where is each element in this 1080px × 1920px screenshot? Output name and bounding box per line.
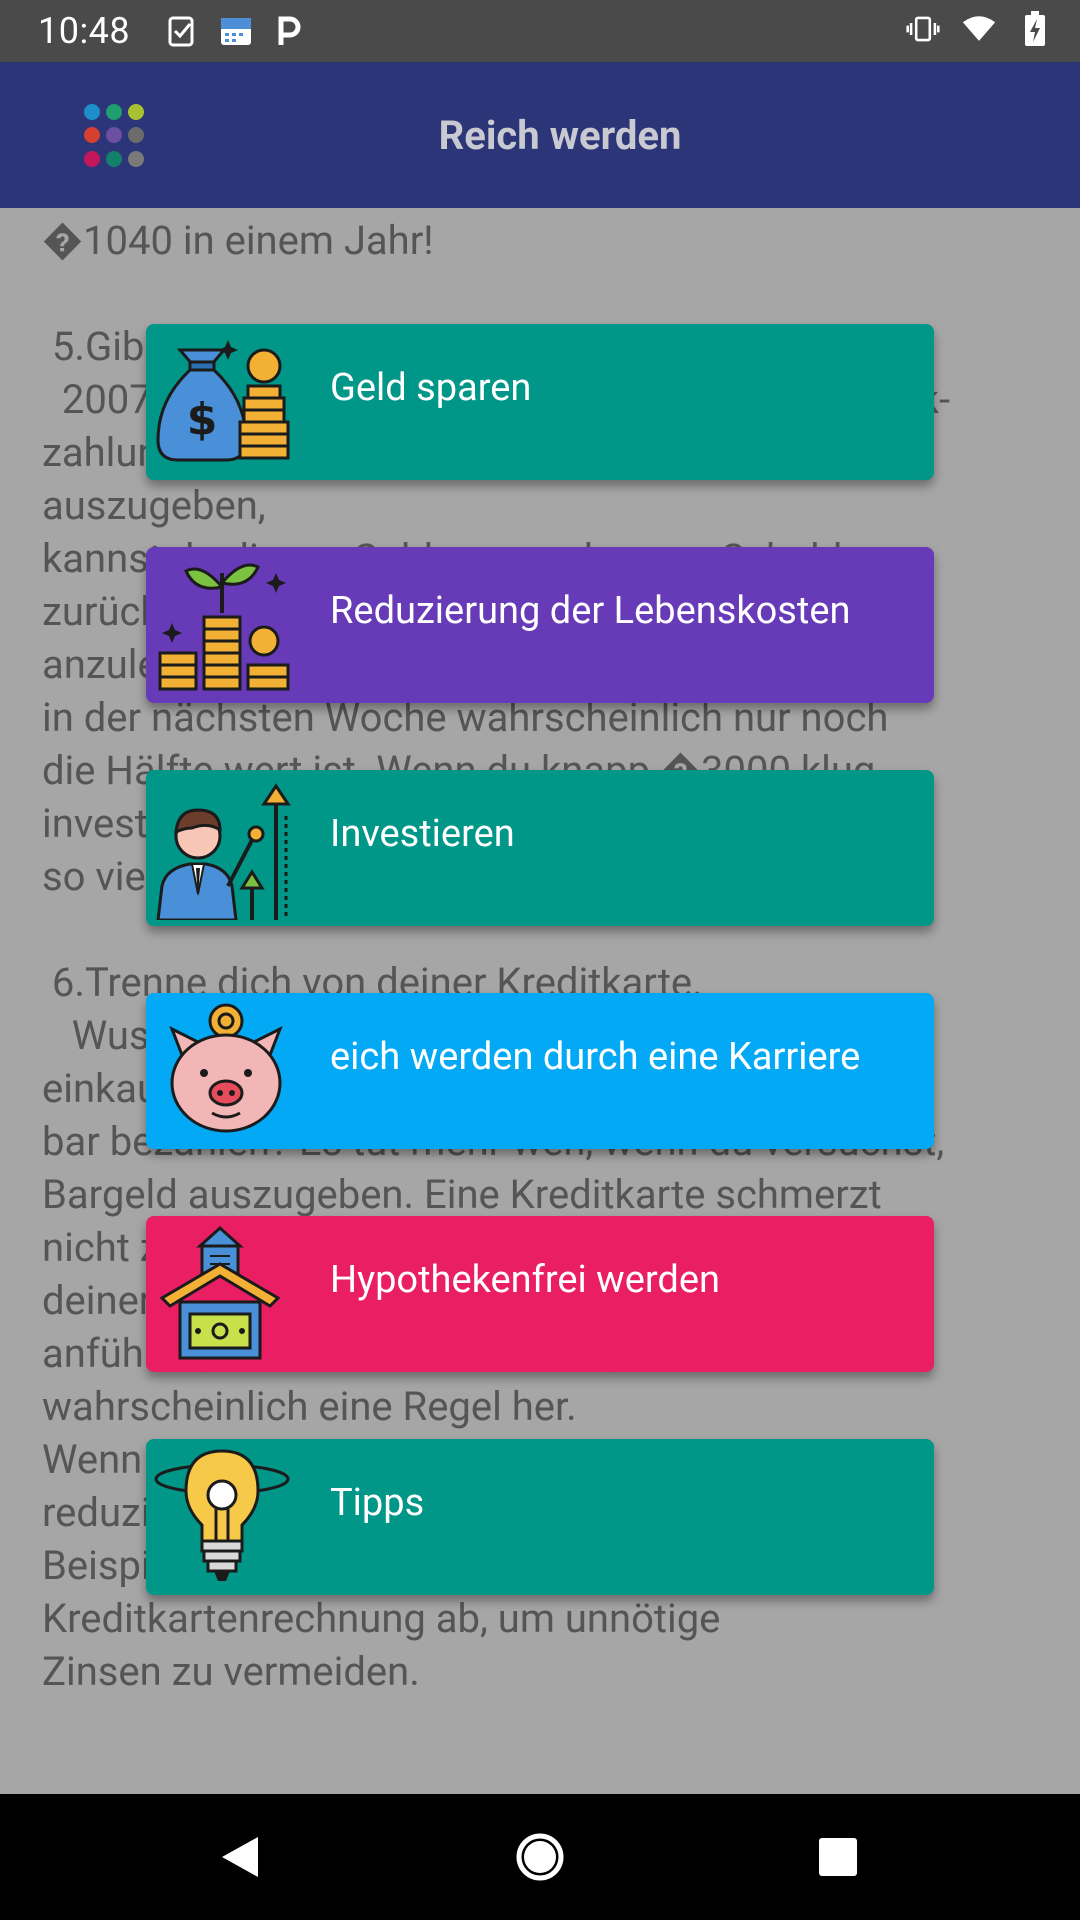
home-circle-icon xyxy=(516,1833,564,1881)
vibrate-icon xyxy=(906,12,940,46)
menu-card-reduzierung[interactable]: Reduzierung der Lebenskosten xyxy=(146,547,934,703)
plant-coins-icon xyxy=(152,553,296,697)
menu-label: eich werden durch eine Karriere xyxy=(330,1035,861,1079)
businessman-growth-icon xyxy=(152,776,296,922)
status-notification-icons xyxy=(165,14,307,48)
back-button[interactable] xyxy=(160,1794,320,1920)
menu-label: Investieren xyxy=(330,812,515,856)
menu-label: Tipps xyxy=(330,1481,425,1525)
page-title: Reich werden xyxy=(438,112,682,159)
parking-icon xyxy=(273,14,307,48)
menu-label: Hypothekenfrei werden xyxy=(330,1258,720,1302)
svg-text:$: $ xyxy=(187,394,218,445)
menu-card-karriere[interactable]: eich werden durch eine Karriere xyxy=(146,993,934,1149)
calendar-icon xyxy=(219,14,253,48)
status-system-icons xyxy=(906,11,1052,46)
content-area[interactable]: �1040 in einem Jahr! 5.Gib deine Steuerr… xyxy=(0,208,1080,1794)
lightbulb-icon xyxy=(152,1439,296,1589)
menu-card-tipps[interactable]: Tipps xyxy=(146,1439,934,1595)
piggy-bank-icon xyxy=(152,999,296,1143)
menu-label: Reduzierung der Lebenskosten xyxy=(330,589,851,633)
back-triangle-icon xyxy=(222,1837,258,1877)
app-bar: Reich werden xyxy=(0,62,1080,208)
home-button[interactable] xyxy=(460,1794,620,1920)
recents-square-icon xyxy=(819,1838,857,1876)
status-bar: 10:48 xyxy=(0,0,1080,62)
house-money-icon xyxy=(152,1222,296,1366)
money-bag-coins-icon: $ xyxy=(152,330,296,474)
status-time: 10:48 xyxy=(38,10,131,52)
checklist-icon xyxy=(165,14,199,48)
menu-label: Geld sparen xyxy=(330,366,532,410)
menu-card-hypothekenfrei[interactable]: Hypothekenfrei werden xyxy=(146,1216,934,1372)
menu-card-investieren[interactable]: Investieren xyxy=(146,770,934,926)
battery-charging-icon xyxy=(1018,11,1052,46)
menu-card-geld-sparen[interactable]: $ Geld sparen xyxy=(146,324,934,480)
wifi-icon xyxy=(962,12,996,46)
recents-button[interactable] xyxy=(758,1794,918,1920)
navigation-bar xyxy=(0,1794,1080,1920)
